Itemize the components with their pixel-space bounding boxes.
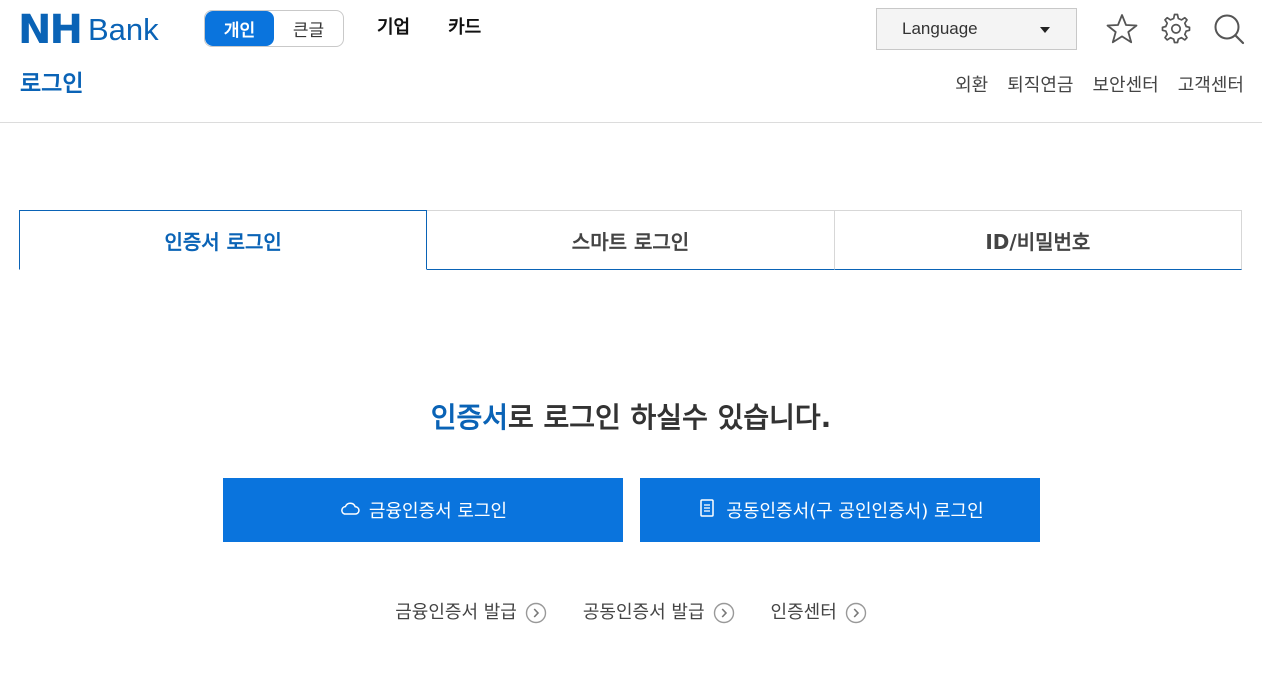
tab-smart-login[interactable]: 스마트 로그인	[427, 210, 835, 270]
caret-down-icon	[1040, 27, 1050, 33]
joint-certificate-login-label: 공동인증서(구 공인인증서) 로그인	[726, 501, 984, 522]
headline-rest: 로 로그인 하실수 있습니다.	[508, 401, 832, 434]
view-mode-toggle: 개인 큰글	[204, 10, 344, 47]
financial-certificate-login-label: 금융인증서 로그인	[368, 501, 508, 522]
link-joint-certificate-issue[interactable]: 공동인증서 발급	[583, 598, 735, 628]
login-method-tabs: 인증서 로그인 스마트 로그인 ID/비밀번호	[19, 210, 1242, 270]
nav-foreign-exchange[interactable]: 외환	[955, 72, 988, 100]
header-divider	[0, 122, 1262, 123]
link-label: 금융인증서 발급	[395, 602, 517, 623]
tab-certificate-login[interactable]: 인증서 로그인	[19, 210, 428, 270]
joint-certificate-login-button[interactable]: 공동인증서(구 공인인증서) 로그인	[640, 478, 1040, 542]
certificate-links: 금융인증서 발급 공동인증서 발급 인증센터	[0, 598, 1262, 628]
logo-nh-text: NH	[18, 7, 83, 53]
segment-personal[interactable]: 개인	[205, 11, 274, 46]
utility-nav: 외환 퇴직연금 보안센터 고객센터	[955, 72, 1244, 100]
headline-highlight: 인증서	[430, 401, 509, 434]
login-headline: 인증서로 로그인 하실수 있습니다.	[0, 396, 1262, 440]
language-select[interactable]: Language	[876, 8, 1077, 50]
chevron-right-circle-icon	[845, 602, 867, 624]
logo-bank-text: Bank	[87, 12, 159, 47]
cloud-icon	[339, 497, 361, 524]
nav-retirement-pension[interactable]: 퇴직연금	[1007, 72, 1073, 100]
top-nav: 기업 카드	[377, 14, 481, 42]
link-label: 인증센터	[770, 602, 837, 623]
gear-icon[interactable]	[1159, 12, 1193, 46]
financial-certificate-login-button[interactable]: 금융인증서 로그인	[223, 478, 623, 542]
chevron-right-circle-icon	[713, 602, 735, 624]
search-icon[interactable]	[1212, 12, 1246, 46]
link-financial-certificate-issue[interactable]: 금융인증서 발급	[395, 598, 547, 628]
star-icon[interactable]	[1105, 12, 1139, 46]
nh-bank-logo[interactable]: NH Bank	[18, 10, 159, 50]
nav-corporate[interactable]: 기업	[377, 14, 410, 42]
page-title: 로그인	[20, 71, 84, 97]
document-icon	[696, 497, 718, 524]
nav-card[interactable]: 카드	[448, 14, 481, 42]
segment-large-text[interactable]: 큰글	[274, 11, 343, 46]
tab-id-password[interactable]: ID/비밀번호	[834, 210, 1242, 270]
link-label: 공동인증서 발급	[582, 602, 705, 623]
nav-security-center[interactable]: 보안센터	[1093, 72, 1159, 100]
nav-customer-center[interactable]: 고객센터	[1178, 72, 1244, 100]
link-certificate-center[interactable]: 인증센터	[771, 598, 867, 628]
chevron-right-circle-icon	[525, 602, 547, 624]
language-label: Language	[902, 19, 978, 38]
